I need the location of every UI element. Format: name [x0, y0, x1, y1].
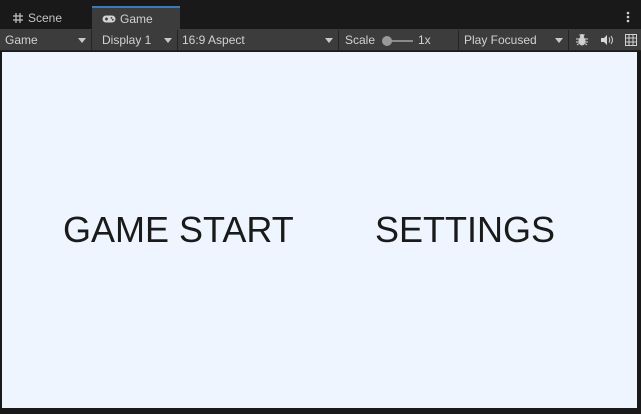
scale-value-text: 1x: [418, 33, 431, 47]
display-value: Display 1: [102, 33, 152, 47]
stats-icon[interactable]: [621, 30, 641, 50]
chevron-down-icon: [164, 38, 172, 43]
settings-button[interactable]: SETTINGS: [375, 210, 555, 250]
scale-value: 1x: [413, 30, 453, 50]
tab-game[interactable]: Game: [92, 6, 180, 29]
play-mode-dropdown[interactable]: Play Focused: [458, 30, 569, 50]
aspect-value: 16:9 Aspect: [182, 33, 245, 47]
game-start-button[interactable]: GAME START: [63, 210, 294, 250]
chevron-down-icon: [325, 38, 333, 43]
scale-label-text: Scale: [345, 33, 376, 47]
tab-game-label: Game: [120, 11, 153, 26]
display-dropdown[interactable]: Display 1: [97, 30, 178, 50]
speaker-icon[interactable]: [597, 30, 617, 50]
scale-slider-thumb[interactable]: [382, 36, 392, 46]
game-viewport[interactable]: GAME START SETTINGS: [2, 52, 637, 408]
tab-bar: Scene Game: [0, 0, 641, 29]
gamepad-icon: [102, 14, 116, 24]
chevron-down-icon: [78, 38, 86, 43]
view-mode-dropdown[interactable]: Game: [0, 30, 92, 50]
chevron-down-icon: [555, 38, 563, 43]
tab-scene[interactable]: Scene: [2, 6, 90, 29]
more-options-icon[interactable]: [625, 10, 631, 24]
view-mode-value: Game: [5, 33, 38, 47]
scale-label: Scale: [340, 30, 382, 50]
aspect-dropdown[interactable]: 16:9 Aspect: [177, 30, 339, 50]
bug-icon[interactable]: [572, 30, 592, 50]
grid-icon: [12, 12, 24, 24]
play-mode-value: Play Focused: [464, 33, 537, 47]
tab-scene-label: Scene: [28, 10, 63, 25]
unity-game-window: Scene Game Game Display 1 16:9 Aspect Sc…: [0, 0, 641, 414]
